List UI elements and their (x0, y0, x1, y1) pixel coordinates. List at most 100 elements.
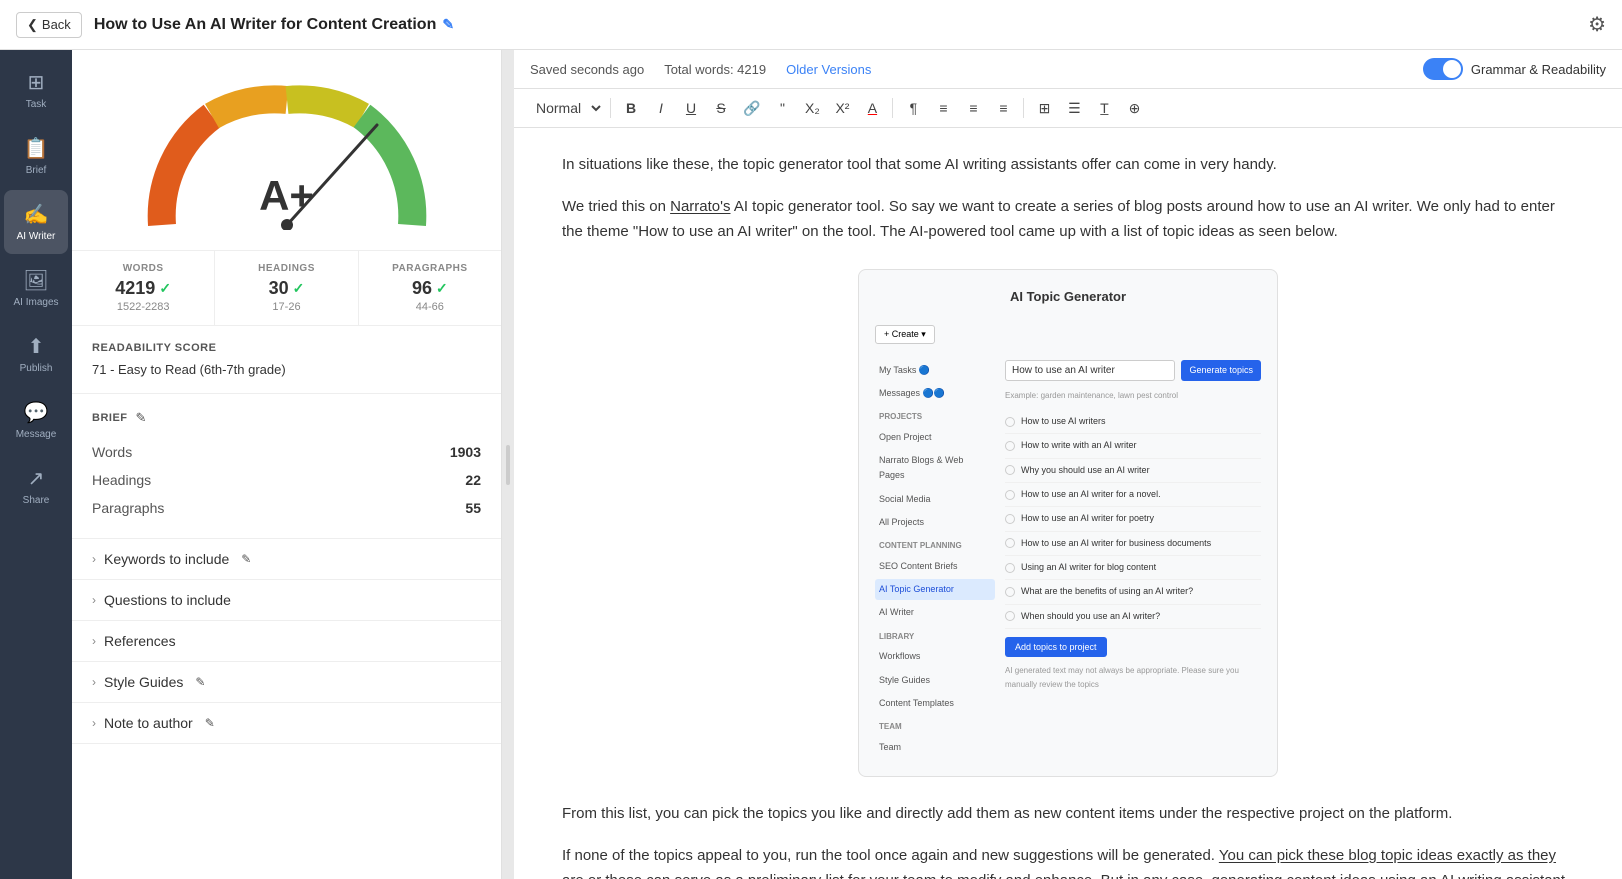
back-button[interactable]: ❮ Back (16, 12, 82, 38)
subscript-button[interactable]: X₂ (798, 96, 826, 120)
keywords-edit-icon[interactable]: ✎ (241, 552, 251, 566)
page-title-text: How to Use An AI Writer for Content Crea… (94, 16, 437, 34)
paragraphs-check-icon: ✓ (436, 280, 448, 297)
paragraphs-value: 96 ✓ (375, 278, 485, 299)
ai-gen-footer: AI generated text may not always be appr… (1005, 664, 1261, 691)
ai-gen-style-guides: Style Guides (875, 670, 995, 691)
unordered-list-button[interactable]: ≡ (959, 96, 987, 120)
readability-section: READABILITY SCORE 71 - Easy to Read (6th… (72, 326, 501, 394)
ai-gen-my-tasks: My Tasks 🔵 (875, 360, 995, 381)
para2-prefix: We tried this on (562, 198, 670, 215)
brief-headings-val: 22 (465, 472, 481, 488)
older-versions-link[interactable]: Older Versions (786, 62, 871, 77)
bold-button[interactable]: B (617, 96, 645, 120)
top-bar-left: ❮ Back How to Use An AI Writer for Conte… (16, 12, 454, 38)
main-layout: ⊞ Task 📋 Brief ✍ AI Writer 🖼 AI Images ⬆… (0, 50, 1622, 879)
panel-resizer[interactable] (502, 50, 514, 879)
sidebar-item-brief[interactable]: 📋 Brief (4, 124, 68, 188)
readability-title: READABILITY SCORE (92, 342, 481, 354)
ai-gen-messages: Messages 🔵🔵 (875, 383, 995, 404)
brief-row-headings: Headings 22 (92, 466, 481, 494)
narrato-link[interactable]: Narrato's (670, 198, 730, 215)
ai-gen-add-topics-btn[interactable]: Add topics to project (1005, 637, 1107, 657)
grammar-label: Grammar & Readability (1471, 62, 1606, 77)
brief-edit-icon[interactable]: ✎ (136, 410, 147, 426)
ai-gen-library-section: LIBRARY (875, 630, 995, 644)
strikethrough-button[interactable]: S (707, 96, 735, 120)
image-button[interactable]: ⊞ (1030, 96, 1058, 121)
sidebar-item-message[interactable]: 💬 Message (4, 388, 68, 452)
collapsible-note-to-author[interactable]: › Note to author ✎ (72, 703, 501, 744)
sidebar-item-share[interactable]: ↗ Share (4, 454, 68, 518)
back-label: Back (42, 17, 71, 32)
ai-gen-topic-input[interactable] (1005, 360, 1175, 381)
ai-gen-option-2: How to write with an AI writer (1005, 434, 1261, 458)
insert-button[interactable]: ⊕ (1120, 96, 1148, 121)
collapsible-style-guides-header: › Style Guides ✎ (92, 674, 481, 690)
indent-button[interactable]: ≡ (989, 96, 1017, 120)
sidebar-item-task[interactable]: ⊞ Task (4, 58, 68, 122)
ai-generator-image: AI Topic Generator + Create ▾ My Tasks 🔵… (858, 269, 1278, 778)
ai-gen-projects-section: PROJECTS (875, 410, 995, 424)
style-guides-label: Style Guides (104, 674, 183, 690)
headings-label: HEADINGS (231, 263, 341, 274)
brief-icon: 📋 (24, 136, 49, 161)
ai-gen-title: AI Topic Generator (875, 286, 1261, 308)
collapsible-questions-header: › Questions to include (92, 592, 481, 608)
quote-button[interactable]: " (768, 96, 796, 120)
brief-headings-key: Headings (92, 472, 151, 488)
ai-gen-generate-btn[interactable]: Generate topics (1181, 360, 1261, 381)
sidebar-item-ai-images[interactable]: 🖼 AI Images (4, 256, 68, 320)
note-edit-icon[interactable]: ✎ (205, 716, 215, 730)
link-button[interactable]: 🔗 (737, 96, 766, 121)
words-range: 1522-2283 (88, 301, 198, 313)
references-chevron-icon: › (92, 634, 96, 648)
brief-section: BRIEF ✎ Words 1903 Headings 22 Paragraph… (72, 394, 501, 539)
brief-header: BRIEF ✎ (92, 410, 481, 426)
underline-button[interactable]: U (677, 96, 705, 120)
collapsible-questions[interactable]: › Questions to include (72, 580, 501, 621)
collapsible-keywords[interactable]: › Keywords to include ✎ (72, 539, 501, 580)
font-color-button[interactable]: A (858, 96, 886, 120)
nav-sidebar: ⊞ Task 📋 Brief ✍ AI Writer 🖼 AI Images ⬆… (0, 50, 72, 879)
brief-paragraphs-val: 55 (465, 500, 481, 516)
superscript-button[interactable]: X² (828, 96, 856, 120)
gauge-area: A+ (72, 50, 501, 251)
title-edit-icon[interactable]: ✎ (442, 16, 454, 33)
ai-gen-team-section: TEAM (875, 720, 995, 734)
style-guides-edit-icon[interactable]: ✎ (195, 675, 205, 689)
italic-button[interactable]: I (647, 96, 675, 120)
editor-meta: Saved seconds ago Total words: 4219 Olde… (530, 62, 871, 77)
editor-content[interactable]: In situations like these, the topic gene… (514, 128, 1622, 879)
table-button[interactable]: ☰ (1060, 96, 1088, 121)
publish-icon: ⬆ (28, 334, 45, 359)
ai-gen-option-3: Why you should use an AI writer (1005, 459, 1261, 483)
collapsible-keywords-header: › Keywords to include ✎ (92, 551, 481, 567)
collapsible-references[interactable]: › References (72, 621, 501, 662)
grammar-toggle[interactable] (1423, 58, 1463, 80)
clear-format-button[interactable]: T̲ (1090, 96, 1118, 120)
ai-images-icon: 🖼 (23, 268, 48, 293)
sidebar-item-ai-writer[interactable]: ✍ AI Writer (4, 190, 68, 254)
ai-writer-icon: ✍ (24, 202, 49, 227)
ai-gen-create-btn[interactable]: + Create ▾ (875, 325, 935, 344)
headings-check-icon: ✓ (293, 280, 305, 297)
paragraphs-range: 44-66 (375, 301, 485, 313)
style-select[interactable]: Normal (526, 95, 604, 121)
settings-icon[interactable]: ⚙ (1588, 12, 1606, 37)
brief-label: Brief (26, 165, 47, 176)
ai-gen-option-6: How to use an AI writer for business doc… (1005, 532, 1261, 556)
saved-text: Saved seconds ago (530, 62, 644, 77)
format-divider-1 (610, 98, 611, 118)
ai-gen-option-5: How to use an AI writer for poetry (1005, 507, 1261, 531)
paragraph-button[interactable]: ¶ (899, 96, 927, 120)
collapsible-style-guides[interactable]: › Style Guides ✎ (72, 662, 501, 703)
sidebar-item-publish[interactable]: ⬆ Publish (4, 322, 68, 386)
editor-panel: Saved seconds ago Total words: 4219 Olde… (514, 50, 1622, 879)
ai-gen-option-9: When should you use an AI writer? (1005, 605, 1261, 629)
para4-prefix: If none of the topics appeal to you, run… (562, 847, 1219, 864)
stat-paragraphs: PARAGRAPHS 96 ✓ 44-66 (359, 251, 501, 325)
share-icon: ↗ (28, 466, 45, 491)
ordered-list-button[interactable]: ≡ (929, 96, 957, 120)
gauge-grade: A+ (259, 172, 314, 220)
